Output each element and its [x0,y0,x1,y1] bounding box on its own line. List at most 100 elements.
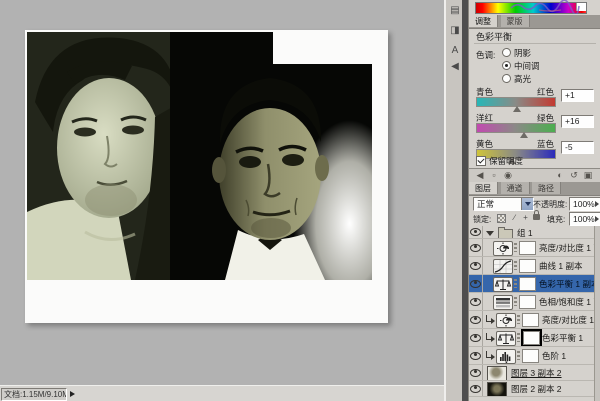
radio-selected-icon[interactable] [502,61,511,70]
delete-adjustment-icon[interactable]: ▣ [581,169,595,182]
eye-icon[interactable] [470,316,481,324]
eye-icon[interactable] [470,298,481,306]
red-value-input[interactable]: +1 [561,89,594,102]
eye-icon[interactable] [470,369,481,377]
layer-thumbnail[interactable] [487,382,507,397]
layer-visibility-toggle[interactable] [469,381,483,396]
layer-row-adjustment[interactable]: 亮度/对比度 1 [469,311,594,329]
eye-icon[interactable] [470,262,481,270]
chevron-down-icon[interactable] [521,198,533,210]
radio-icon[interactable] [502,74,511,83]
tab-paths[interactable]: 路径 [532,182,561,194]
canvas-document[interactable] [25,30,388,323]
layer-name[interactable]: 色彩平衡 1 [542,332,583,344]
lock-image-pixels-icon[interactable]: ∕ [510,213,519,223]
character-panel-icon[interactable]: A [448,44,462,58]
swatches-panel-icon[interactable]: ◨ [448,24,462,38]
layer-row-adjustment-selected[interactable]: 色彩平衡 1 副本 [469,275,594,293]
lock-transparent-pixels-icon[interactable] [497,214,506,223]
layer-row-adjustment[interactable]: 色彩平衡 1 [469,329,594,347]
layer-mask-thumbnail-selected[interactable] [523,331,540,345]
checkbox-checked-icon[interactable] [476,156,486,166]
tab-masks[interactable]: 蒙版 [501,15,530,27]
tab-channels[interactable]: 通道 [501,182,530,194]
layer-row-image[interactable]: 图层 2 副本 2 [469,381,594,397]
canvas-workspace: 文档:1.15M/9.10M [0,0,444,401]
color-balance-panel: 色彩平衡 色调: 阴影 中间调 高光 青色 红色 +1 洋红 绿色 [469,28,600,168]
blend-mode-select[interactable]: 正常 [473,197,534,211]
green-value-input[interactable]: +16 [561,115,594,128]
eye-icon[interactable] [470,334,481,342]
layer-mask-thumbnail[interactable] [519,277,536,291]
link-mask-icon[interactable] [517,315,520,324]
layers-scrollbar[interactable] [594,226,600,401]
layer-mask-thumbnail[interactable] [519,259,536,273]
eye-icon[interactable] [470,244,481,252]
layer-row-image[interactable]: 图层 3 副本 2 [469,365,594,381]
layer-name[interactable]: 亮度/对比度 1 [542,314,594,326]
tone-option-midtones[interactable]: 中间调 [502,61,540,72]
fill-input[interactable]: 100% [569,212,600,226]
tab-layers[interactable]: 图层 [469,182,498,194]
layer-row-adjustment[interactable]: 色相/饱和度 1 副本 [469,293,594,311]
link-mask-icon[interactable] [514,261,517,270]
tone-option-shadows[interactable]: 阴影 [502,48,531,59]
layer-row-adjustment[interactable]: 亮度/对比度 1 副本 [469,239,594,257]
layer-visibility-toggle[interactable] [469,257,483,274]
link-mask-icon[interactable] [517,333,520,342]
eye-icon[interactable] [470,385,481,393]
layer-row-group[interactable]: 组 1 [469,226,594,239]
group-expand-triangle-icon[interactable] [486,231,494,236]
expanded-view-icon[interactable]: ▫ [487,169,501,182]
layer-name[interactable]: 图层 3 副本 2 [511,367,562,379]
layer-mask-thumbnail[interactable] [519,241,536,255]
layer-visibility-toggle[interactable] [469,275,483,292]
link-mask-icon[interactable] [517,351,520,360]
layer-row-adjustment[interactable]: 曲线 1 副本 [469,257,594,275]
lock-position-icon[interactable]: + [521,213,530,223]
layer-visibility-toggle[interactable] [469,365,483,380]
layer-name[interactable]: 色阶 1 [542,350,566,362]
layer-name[interactable]: 曲线 1 副本 [539,260,582,272]
opacity-input[interactable]: 100% [569,197,600,211]
clip-to-layer-icon[interactable]: ◐ [553,169,567,182]
layer-name[interactable]: 色彩平衡 1 副本 [539,278,594,290]
lock-all-icon[interactable] [533,214,540,220]
reset-icon[interactable]: ↺ [567,169,581,182]
link-mask-icon[interactable] [514,297,517,306]
tab-adjustments[interactable]: 调整 [469,15,498,27]
collapse-panel-icon[interactable]: ◀ [448,60,462,74]
chevron-right-icon[interactable] [595,201,599,207]
layer-row-adjustment[interactable]: 色阶 1 [469,347,594,365]
layer-visibility-toggle[interactable] [469,347,483,364]
eye-icon[interactable] [470,280,481,288]
layer-name[interactable]: 色相/饱和度 1 副本 [539,296,594,308]
layer-mask-thumbnail[interactable] [522,313,539,327]
eye-icon[interactable] [470,228,481,236]
layer-visibility-toggle[interactable] [469,329,483,346]
layer-thumbnail[interactable] [487,366,507,381]
link-mask-icon[interactable] [514,243,517,252]
eye-icon[interactable] [470,352,481,360]
layer-visibility-toggle[interactable] [469,311,483,328]
status-bar-menu-arrow-icon[interactable] [70,391,75,397]
magenta-green-slider[interactable] [476,123,556,133]
tone-option-highlights[interactable]: 高光 [502,74,531,85]
layer-mask-thumbnail[interactable] [519,295,536,309]
radio-icon[interactable] [502,48,511,57]
link-mask-icon[interactable] [514,279,517,288]
preserve-luminosity-option[interactable]: 保留明度 [476,156,523,166]
layer-visibility-toggle[interactable] [469,226,483,238]
layer-name[interactable]: 图层 2 副本 2 [511,383,562,395]
toggle-visibility-eye-icon[interactable]: ◉ [501,169,515,182]
chevron-right-icon[interactable] [595,216,599,222]
blue-value-input[interactable]: -5 [561,141,594,154]
layer-name[interactable]: 亮度/对比度 1 副本 [539,242,594,254]
return-to-list-icon[interactable]: ◀ [473,169,487,182]
layer-mask-thumbnail[interactable] [522,349,539,363]
cyan-red-slider[interactable] [476,97,556,107]
layer-name[interactable]: 组 1 [517,227,533,239]
layer-visibility-toggle[interactable] [469,293,483,310]
layer-visibility-toggle[interactable] [469,239,483,256]
history-panel-icon[interactable]: ▤ [448,4,462,18]
